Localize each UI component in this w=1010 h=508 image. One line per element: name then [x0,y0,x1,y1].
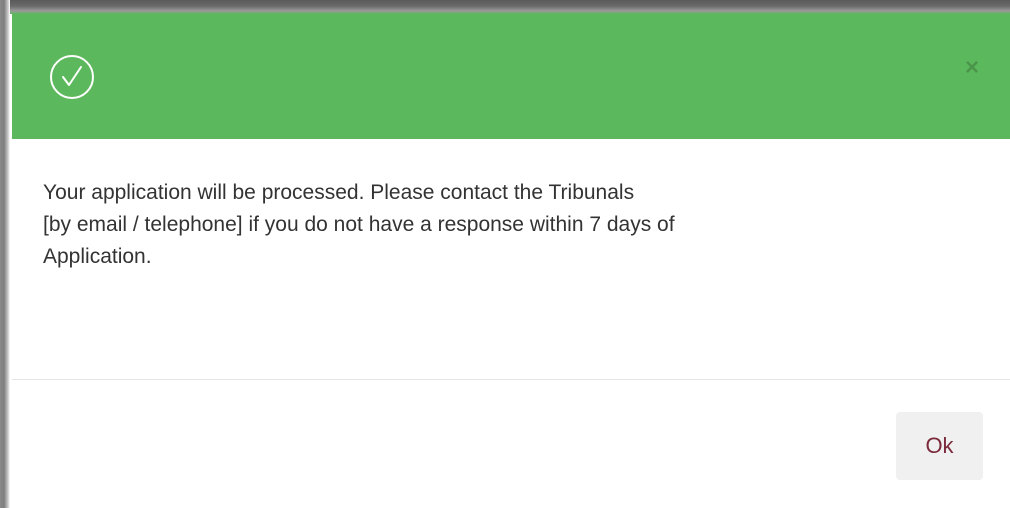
message-line: Application. [43,245,152,268]
dialog-header: × [12,14,1010,139]
dialog-body: Your application will be processed. Plea… [12,139,1010,379]
ok-button[interactable]: Ok [896,412,983,480]
backdrop-left-edge [0,0,10,508]
message-line: Your application will be processed. Plea… [43,181,635,204]
check-circle-icon [50,55,94,99]
backdrop-top-edge [10,0,1010,14]
close-icon: × [964,54,979,81]
success-dialog: × Your application will be processed. Pl… [12,14,1010,508]
dialog-message: Your application will be processed. Plea… [43,177,923,273]
close-button[interactable]: × [952,50,992,86]
dialog-footer: Ok [12,380,1010,508]
message-line: [by email / telephone] if you do not hav… [43,213,675,236]
